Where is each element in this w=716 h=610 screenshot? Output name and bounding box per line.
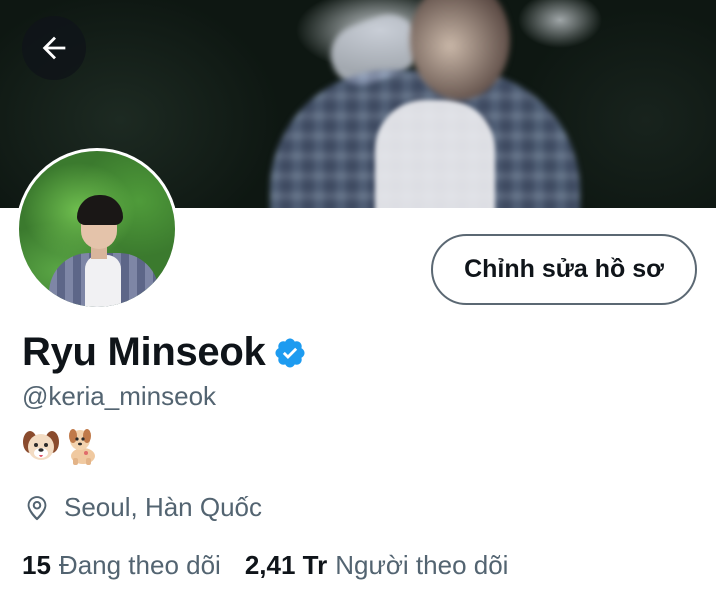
- avatar[interactable]: [16, 148, 178, 310]
- avatar-tee: [85, 255, 121, 307]
- following-count: 15: [22, 550, 51, 580]
- bio: [22, 426, 102, 466]
- display-name-row: Ryu Minseok: [22, 330, 307, 375]
- avatar-hair: [77, 195, 123, 225]
- followers-label: Người theo dõi: [335, 550, 509, 580]
- location-row: Seoul, Hàn Quốc: [22, 492, 262, 523]
- followers-link[interactable]: 2,41 Tr Người theo dõi: [245, 550, 509, 581]
- dog-face-emoji: [22, 426, 60, 466]
- arrow-left-icon: [42, 36, 66, 60]
- following-label: Đang theo dõi: [58, 550, 221, 580]
- location-pin-icon: [27, 495, 47, 520]
- followers-count: 2,41 Tr: [244, 550, 328, 580]
- banner-figure-tee: [375, 100, 495, 208]
- verified-badge-icon[interactable]: [273, 336, 307, 370]
- location-text: Seoul, Hàn Quốc: [64, 492, 263, 522]
- back-button[interactable]: [22, 16, 86, 80]
- edit-profile-button[interactable]: Chỉnh sửa hồ sơ: [431, 234, 697, 305]
- display-name: Ryu Minseok: [22, 330, 266, 374]
- following-link[interactable]: 15 Đang theo dõi: [22, 550, 221, 581]
- dog-emoji: [64, 426, 102, 466]
- profile-handle: @keria_minseok: [22, 381, 217, 411]
- follow-stats: 15 Đang theo dõi 2,41 Tr Người theo dõi: [22, 550, 508, 581]
